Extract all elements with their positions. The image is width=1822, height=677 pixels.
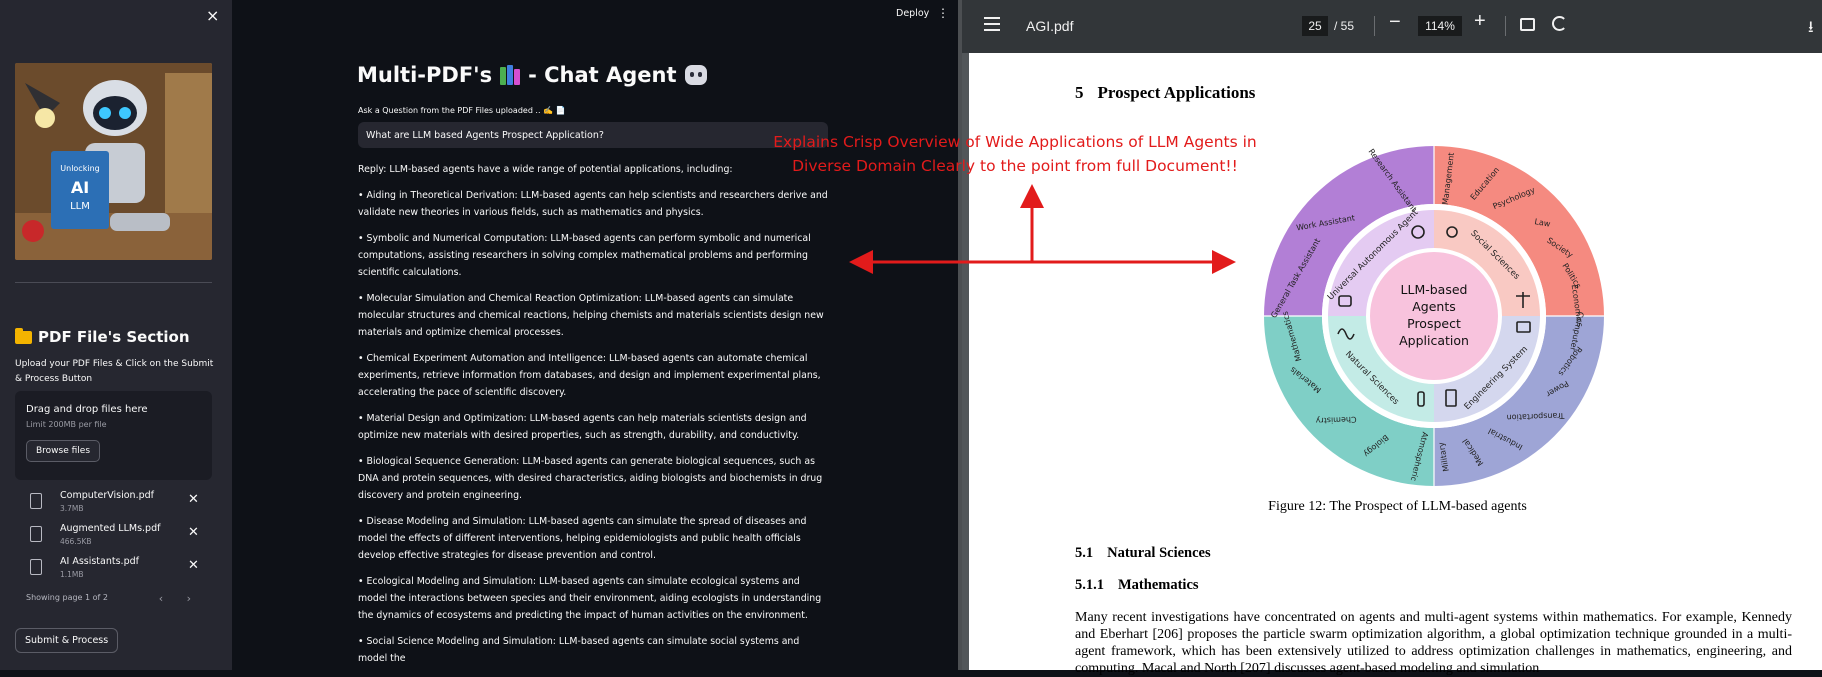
file-icon (30, 526, 42, 542)
subsection-number: 5.1 (1075, 545, 1094, 561)
toolbar-separator (1505, 16, 1506, 36)
pdf-file-name: AGI.pdf (1026, 18, 1074, 34)
sidebar-divider (15, 282, 212, 283)
robot-icon (684, 65, 707, 85)
file-pager: Showing page 1 of 2 ‹ › (26, 592, 201, 605)
submit-process-button[interactable]: Submit & Process (15, 628, 119, 653)
subsubsection-title: Mathematics (1118, 577, 1199, 593)
toolbar-separator (1374, 16, 1375, 36)
zoom-in-button[interactable]: + (1474, 10, 1486, 33)
center-text-line: Application (1399, 333, 1469, 348)
book-text-line1: Unlocking (60, 164, 99, 173)
center-text-line: Prospect (1407, 316, 1461, 331)
page-title: Multi-PDF's - Chat Agent (357, 63, 707, 87)
subsection-heading: 5.1 Natural Sciences (1075, 545, 1225, 562)
remove-file-icon[interactable]: ✕ (188, 525, 199, 540)
subsubsection-heading: 5.1.1 Mathematics (1075, 577, 1213, 594)
section-title: Prospect Applications (1097, 83, 1256, 102)
book-text-line2: AI (71, 178, 89, 197)
reply-item: • Aiding in Theoretical Derivation: LLM-… (358, 190, 828, 218)
subsubsection-number: 5.1.1 (1075, 577, 1104, 593)
reply-item: • Chemical Experiment Automation and Int… (358, 353, 821, 398)
close-sidebar-icon[interactable]: × (206, 6, 219, 25)
reply-item: • Symbolic and Numerical Computation: LL… (358, 233, 811, 278)
section-heading: 5 Prospect Applications (1075, 83, 1269, 103)
annotation-callout: Explains Crisp Overview of Wide Applicat… (740, 130, 1290, 178)
outer-label: Chemistry (1315, 415, 1356, 425)
remove-file-icon[interactable]: ✕ (188, 558, 199, 573)
page-number-input[interactable]: 25 (1302, 16, 1328, 36)
center-text-line: Agents (1412, 299, 1456, 314)
reply-item: • Biological Sequence Generation: LLM-ba… (358, 456, 823, 501)
file-size: 466.5KB (60, 537, 92, 546)
reply-item: • Social Science Modeling and Simulation… (358, 636, 800, 664)
deploy-button[interactable]: Deploy (896, 8, 929, 19)
remove-file-icon[interactable]: ✕ (188, 492, 199, 507)
sidebar: × Unlocking AI LLM PDF File's Section Up… (0, 0, 232, 670)
books-icon (500, 65, 521, 85)
file-size: 3.7MB (60, 504, 84, 513)
pager-arrows[interactable]: ‹ › (159, 592, 201, 605)
upload-hint: Upload your PDF Files & Click on the Sub… (15, 359, 214, 384)
uploaded-file-item: Augmented LLMs.pdf 466.5KB ✕ (28, 523, 208, 553)
zoom-level-input[interactable]: 114% (1418, 16, 1462, 36)
center-text-line: LLM-based (1401, 282, 1468, 297)
file-icon (30, 493, 42, 509)
robot-reading-image: Unlocking AI LLM (15, 63, 212, 260)
question-label: Ask a Question from the PDF Files upload… (358, 106, 566, 115)
hamburger-menu-icon[interactable] (984, 17, 1000, 31)
dropzone-limit: Limit 200MB per file (26, 420, 107, 429)
annotation-line: Diverse Domain Clearly to the point from… (792, 157, 1238, 175)
reply-item: • Molecular Simulation and Chemical Reac… (358, 293, 824, 338)
file-icon (30, 559, 42, 575)
file-dropzone[interactable]: Drag and drop files here Limit 200MB per… (15, 391, 212, 480)
title-suffix: - Chat Agent (528, 63, 677, 87)
folder-icon (15, 327, 32, 344)
prospect-wheel-figure: LLM-based Agents Prospect Application Un… (1264, 146, 1604, 486)
uploaded-file-item: AI Assistants.pdf 1.1MB ✕ (28, 556, 208, 586)
figure-caption: Figure 12: The Prospect of LLM-based age… (1268, 499, 1527, 514)
book-text-line3: LLM (70, 201, 90, 212)
more-menu-icon[interactable]: ⋮ (937, 6, 949, 20)
title-prefix: Multi-PDF's (357, 63, 493, 87)
chat-main: Deploy ⋮ Multi-PDF's - Chat Agent Ask a … (232, 0, 958, 670)
file-name: AI Assistants.pdf (60, 556, 139, 567)
pdf-toolbar: AGI.pdf 25 / 55 − 114% + ⭳ (958, 0, 1822, 53)
pager-text: Showing page 1 of 2 (26, 593, 108, 602)
reply-item: • Ecological Modeling and Simulation: LL… (358, 576, 822, 621)
browse-files-button[interactable]: Browse files (26, 440, 101, 462)
reply-text: Reply: LLM-based agents have a wide rang… (358, 161, 828, 676)
page-total: / 55 (1334, 19, 1355, 33)
reply-item: • Material Design and Optimization: LLM-… (358, 413, 807, 441)
uploaded-file-item: ComputerVision.pdf 3.7MB ✕ (28, 490, 208, 520)
file-name: Augmented LLMs.pdf (60, 523, 161, 534)
fit-page-icon[interactable] (1520, 18, 1535, 31)
dropzone-title: Drag and drop files here (26, 404, 148, 415)
rotate-icon[interactable] (1552, 16, 1567, 31)
annotation-line: Explains Crisp Overview of Wide Applicat… (773, 133, 1257, 151)
section-number: 5 (1075, 83, 1084, 102)
download-icon[interactable]: ⭳ (1808, 16, 1814, 43)
file-name: ComputerVision.pdf (60, 490, 155, 501)
reply-item: • Disease Modeling and Simulation: LLM-b… (358, 516, 807, 561)
pdf-section-heading: PDF File's Section (15, 327, 190, 346)
zoom-out-button[interactable]: − (1389, 11, 1401, 34)
file-size: 1.1MB (60, 570, 84, 579)
subsection-title: Natural Sciences (1107, 545, 1211, 561)
pdf-body-text: Many recent investigations have concentr… (1075, 610, 1792, 676)
pdf-section-title: PDF File's Section (38, 328, 190, 346)
